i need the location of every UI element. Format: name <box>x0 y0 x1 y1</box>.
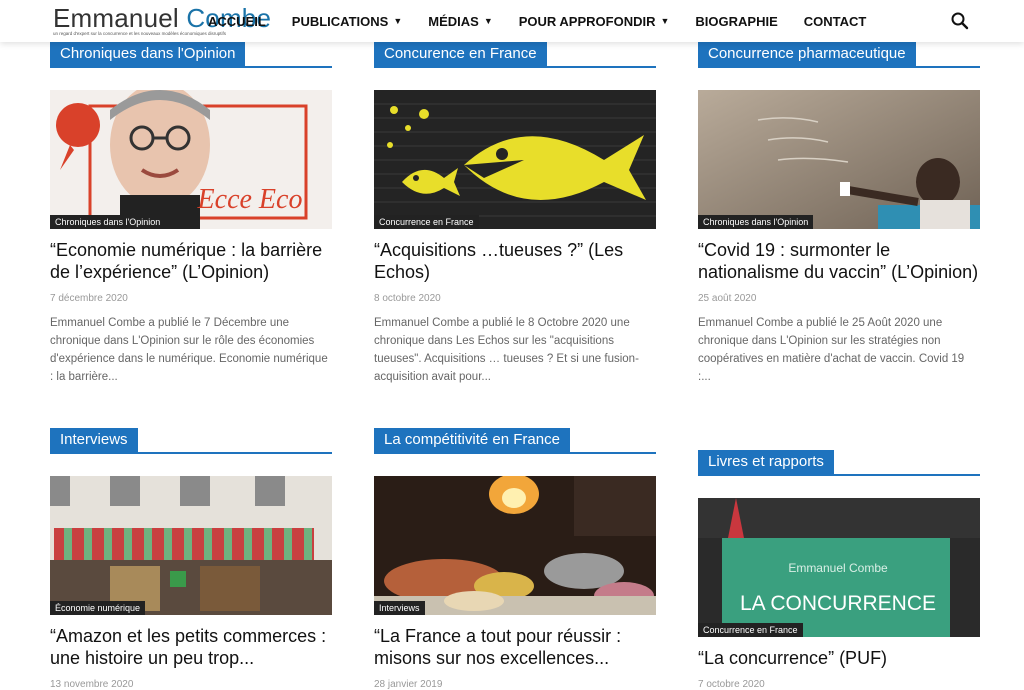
article-date: 25 août 2020 <box>698 293 757 304</box>
classroom-photo-image <box>698 90 980 229</box>
section-heading: Livres et rapports <box>698 450 980 476</box>
nav-label: BIOGRAPHIE <box>695 13 778 29</box>
article-date: 13 novembre 2020 <box>50 679 134 690</box>
article-thumbnail[interactable]: Interviews <box>374 476 656 615</box>
section-heading: Interviews <box>50 428 332 454</box>
nav-label: PUBLICATIONS <box>291 13 389 29</box>
article-title[interactable]: “Covid 19 : surmonter le nationalisme du… <box>698 239 980 283</box>
section-heading-label[interactable]: Interviews <box>50 428 138 452</box>
article-title[interactable]: “Economie numérique : la barrière de l’e… <box>50 239 332 283</box>
category-badge[interactable]: Interviews <box>374 601 425 615</box>
category-badge[interactable]: Concurrence en France <box>698 623 803 637</box>
nav-biographie[interactable]: BIOGRAPHIE <box>695 14 777 29</box>
nav-pour-approfondir[interactable]: POUR APPROFONDIR ▼ <box>519 14 670 29</box>
article-thumbnail[interactable]: Emmanuel Combe LA CONCURRENCE Concurrenc… <box>698 498 980 637</box>
fish-graffiti-image <box>374 90 656 229</box>
article-thumbnail[interactable]: Économie numérique <box>50 476 332 615</box>
nav-contact[interactable]: CONTACT <box>804 14 867 29</box>
article-thumbnail[interactable]: Ecce Eco Chroniques dans l'Opinion <box>50 90 332 229</box>
article-title[interactable]: “Amazon et les petits commerces : une hi… <box>50 625 332 669</box>
article-thumbnail[interactable]: Chroniques dans l'Opinion <box>698 90 980 229</box>
nav-publications[interactable]: PUBLICATIONS ▼ <box>292 14 402 29</box>
article-thumbnail[interactable]: Concurrence en France <box>374 90 656 229</box>
article-excerpt: Emmanuel Combe a publié le 25 Août 2020 … <box>698 317 965 383</box>
search-icon[interactable] <box>950 11 970 31</box>
book-cover-title: LA CONCURRENCE <box>740 592 936 615</box>
article-date: 28 janvier 2019 <box>374 679 443 690</box>
article-title[interactable]: “La concurrence” (PUF) <box>698 647 980 669</box>
logo-name-main: Emmanuel <box>53 3 187 33</box>
article-title[interactable]: “Acquisitions …tueuses ?” (Les Echos) <box>374 239 656 283</box>
category-badge[interactable]: Concurrence en France <box>374 215 479 229</box>
book-cover-author: Emmanuel Combe <box>788 561 888 575</box>
section-interviews: Interviews Économie numérique “Amazon et… <box>50 428 332 690</box>
section-heading: La compétitivité en France <box>374 428 656 454</box>
section-concurrence-pharmaceutique: Concurrence pharmaceutique Chroniques da… <box>698 42 980 386</box>
section-heading-label[interactable]: Concurence en France <box>374 42 547 66</box>
main-menu: ACCUEIL PUBLICATIONS ▼ MÉDIAS ▼ POUR APPRO… <box>208 0 892 42</box>
section-chroniques-opinion: Chroniques dans l'Opinion Ecce Eco Chron… <box>50 42 332 386</box>
nav-accueil[interactable]: ACCUEIL <box>208 14 266 29</box>
nav-medias[interactable]: MÉDIAS ▼ <box>428 14 492 29</box>
article-date: 8 octobre 2020 <box>374 293 441 304</box>
article-excerpt: Emmanuel Combe a publié le 8 Octobre 202… <box>374 317 639 383</box>
section-heading-label[interactable]: Livres et rapports <box>698 450 834 474</box>
article-date: 7 octobre 2020 <box>698 679 765 690</box>
nav-label: ACCUEIL <box>208 13 266 29</box>
article-excerpt: Emmanuel Combe a publié le 7 Décembre un… <box>50 317 328 383</box>
top-navigation-bar: Emmanuel Combe un regard d'expert sur la… <box>0 0 1024 42</box>
section-heading-label[interactable]: Chroniques dans l'Opinion <box>50 42 246 66</box>
ecce-eco-portrait-image: Ecce Eco <box>50 90 332 229</box>
section-competitivite-france: La compétitivité en France Interviews “L… <box>374 428 656 690</box>
section-heading: Concurence en France <box>374 42 656 68</box>
food-table-photo-image <box>374 476 656 615</box>
ecce-eco-logo-text: Ecce Eco <box>197 184 303 215</box>
section-livres-rapports: Livres et rapports Emmanuel Combe LA CON… <box>698 450 980 690</box>
article-date: 7 décembre 2020 <box>50 293 128 304</box>
section-heading: Concurrence pharmaceutique <box>698 42 980 68</box>
section-heading-label[interactable]: La compétitivité en France <box>374 428 570 452</box>
article-title[interactable]: “La France a tout pour réussir : misons … <box>374 625 656 669</box>
chevron-down-icon: ▼ <box>483 16 493 26</box>
category-badge[interactable]: Chroniques dans l'Opinion <box>50 215 166 229</box>
storefront-photo-image <box>50 476 332 615</box>
nav-label: CONTACT <box>803 13 867 29</box>
nav-label: MÉDIAS <box>428 13 479 29</box>
section-heading-label[interactable]: Concurrence pharmaceutique <box>698 42 916 66</box>
category-badge[interactable]: Chroniques dans l'Opinion <box>698 215 814 229</box>
section-heading: Chroniques dans l'Opinion <box>50 42 332 68</box>
section-concurrence-france: Concurence en France Concurrence en Fran… <box>374 42 656 386</box>
category-badge[interactable]: Économie numérique <box>50 601 146 615</box>
chevron-down-icon: ▼ <box>393 16 403 26</box>
nav-label: POUR APPROFONDIR <box>518 13 656 29</box>
chevron-down-icon: ▼ <box>660 16 670 26</box>
book-cover-image: Emmanuel Combe LA CONCURRENCE <box>698 498 980 637</box>
